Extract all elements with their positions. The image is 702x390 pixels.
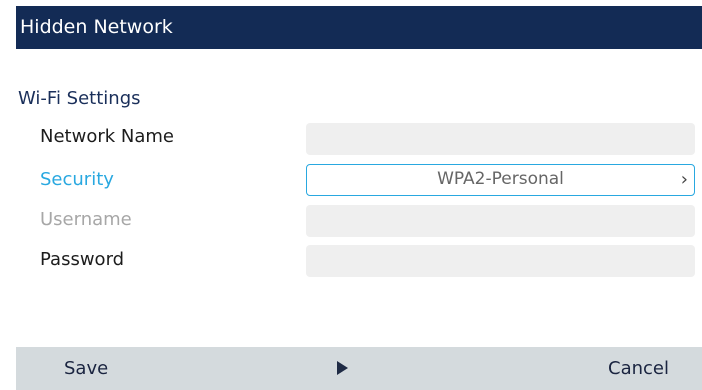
security-value: WPA2-Personal	[437, 169, 564, 189]
username-label: Username	[40, 209, 132, 230]
page-title: Hidden Network	[20, 16, 173, 38]
security-label: Security	[40, 169, 114, 190]
password-field[interactable]	[306, 245, 695, 277]
screen: Hidden Network Wi-Fi Settings Network Na…	[16, 6, 702, 390]
cancel-button[interactable]: Cancel	[608, 347, 669, 390]
security-selector[interactable]: WPA2-Personal ›	[306, 164, 695, 196]
network-name-label: Network Name	[40, 126, 174, 147]
section-title: Wi-Fi Settings	[18, 88, 141, 109]
title-bar: Hidden Network	[16, 6, 702, 49]
softkey-bar: Save Cancel	[16, 347, 702, 390]
play-arrow-icon[interactable]	[337, 361, 348, 375]
network-name-field[interactable]	[306, 123, 695, 155]
save-button[interactable]: Save	[64, 347, 108, 390]
chevron-right-icon: ›	[680, 169, 688, 190]
password-label: Password	[40, 249, 125, 270]
username-field	[306, 205, 695, 237]
